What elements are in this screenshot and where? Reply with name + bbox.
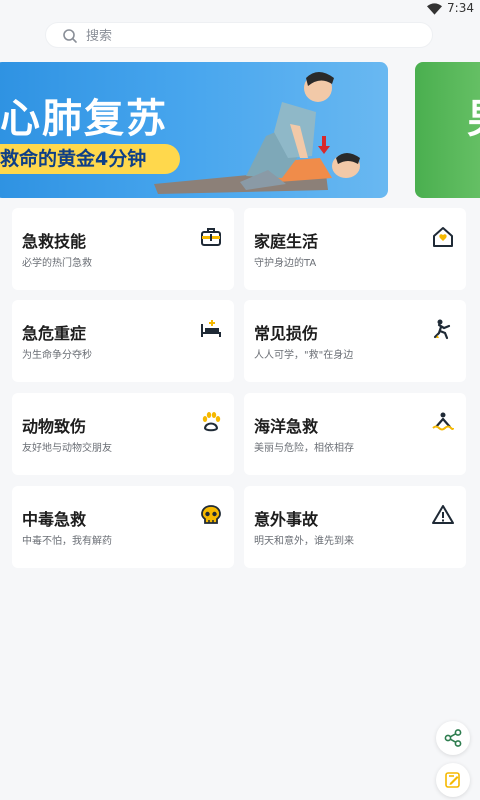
hospital-bed-icon — [201, 320, 221, 337]
card-title: 动物致伤 — [22, 417, 87, 436]
card-title: 急危重症 — [22, 324, 87, 343]
card-desc: 美丽与危险，相依相存 — [254, 443, 354, 454]
card-title: 意外事故 — [254, 510, 319, 529]
category-card-critical-illness[interactable]: 急危重症 为生命争分夺秒 — [12, 300, 234, 382]
card-title: 急救技能 — [22, 232, 87, 251]
cpr-illustration — [154, 72, 360, 194]
share-icon — [444, 729, 462, 747]
category-card-animal-injury[interactable]: 动物致伤 友好地与动物交朋友 — [12, 393, 234, 475]
category-card-accident[interactable]: 意外事故 明天和意外，谁先到来 — [244, 486, 466, 568]
search-bar[interactable] — [45, 22, 433, 48]
category-card-marine-rescue[interactable]: 海洋急救 美丽与危险，相依相存 — [244, 393, 466, 475]
card-desc: 友好地与动物交朋友 — [22, 443, 112, 454]
search-input[interactable] — [86, 27, 386, 45]
category-card-family-life[interactable]: 家庭生活 守护身边的TA — [244, 208, 466, 290]
banner-title: 心肺复苏 — [0, 96, 168, 142]
card-title: 中毒急救 — [22, 510, 87, 529]
first-aid-kit-icon — [201, 228, 221, 246]
banner-next-title: 男 — [467, 86, 480, 144]
wifi-icon — [427, 3, 442, 15]
house-icon — [433, 227, 453, 247]
injury-icon — [433, 319, 451, 340]
category-card-poisoning[interactable]: 中毒急救 中毒不怕，我有解药 — [12, 486, 234, 568]
edit-button[interactable] — [436, 763, 470, 797]
card-desc: 为生命争分夺秒 — [22, 350, 92, 361]
paw-icon — [202, 412, 221, 432]
card-desc: 中毒不怕，我有解药 — [22, 536, 112, 547]
drowning-icon — [432, 412, 454, 431]
warning-icon — [432, 505, 454, 524]
skull-icon — [201, 505, 221, 524]
share-button[interactable] — [436, 721, 470, 755]
carousel-indicator — [204, 186, 246, 198]
card-title: 常见损伤 — [254, 324, 319, 343]
banner-cpr[interactable]: 心肺复苏 救命的黄金4分钟 — [0, 62, 388, 198]
banner-next[interactable]: 男 — [415, 62, 480, 198]
card-desc: 守护身边的TA — [254, 258, 317, 269]
status-time: 7:34 — [447, 1, 474, 15]
category-card-common-injury[interactable]: 常见损伤 人人可学，"救"在身边 — [244, 300, 466, 382]
card-title: 海洋急救 — [254, 417, 319, 436]
search-icon — [63, 29, 77, 43]
card-desc: 明天和意外，谁先到来 — [254, 536, 354, 547]
category-card-first-aid-skills[interactable]: 急救技能 必学的热门急救 — [12, 208, 234, 290]
card-desc: 人人可学，"救"在身边 — [254, 350, 354, 361]
edit-icon — [445, 772, 460, 788]
card-desc: 必学的热门急救 — [22, 258, 92, 269]
card-title: 家庭生活 — [254, 232, 319, 251]
status-bar: 7:34 — [0, 0, 480, 18]
